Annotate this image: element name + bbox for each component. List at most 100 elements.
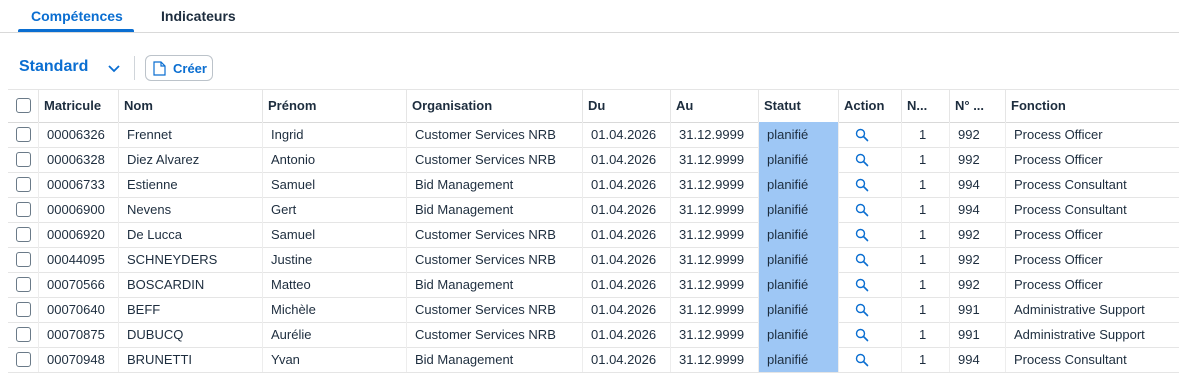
cell-organisation: Customer Services NRB: [406, 322, 582, 347]
row-checkbox[interactable]: [16, 152, 31, 167]
cell-fonction: Process Consultant: [1005, 347, 1179, 372]
search-icon[interactable]: [855, 178, 869, 192]
cell-du: 01.04.2026: [582, 222, 670, 247]
cell-au: 31.12.9999: [670, 297, 758, 322]
create-button[interactable]: Créer: [145, 55, 213, 81]
cell-prenom: Justine: [262, 247, 406, 272]
row-checkbox[interactable]: [16, 302, 31, 317]
column-header-numero[interactable]: N° ...: [949, 90, 1005, 122]
row-select-cell: [8, 272, 38, 297]
cell-prenom: Samuel: [262, 172, 406, 197]
column-header-matricule[interactable]: Matricule: [38, 90, 118, 122]
cell-prenom: Samuel: [262, 222, 406, 247]
tab-competences[interactable]: Compétences: [31, 8, 123, 24]
column-header-organisation[interactable]: Organisation: [406, 90, 582, 122]
table-row[interactable]: 00006326 Frennet Ingrid Customer Services N…: [8, 122, 1179, 148]
search-icon[interactable]: [855, 253, 869, 267]
create-button-label: Créer: [173, 61, 207, 76]
cell-nom: Frennet: [118, 122, 262, 147]
row-checkbox[interactable]: [16, 177, 31, 192]
cell-fonction: Process Consultant: [1005, 197, 1179, 222]
table-row[interactable]: 00044095 SCHNEYDERS Justine Customer Servic…: [8, 247, 1179, 273]
cell-organisation: Bid Management: [406, 347, 582, 372]
search-icon[interactable]: [855, 353, 869, 367]
cell-au: 31.12.9999: [670, 147, 758, 172]
table-row[interactable]: 00006733 Estienne Samuel Bid Management 01.0…: [8, 172, 1179, 198]
status-cell: planifié: [758, 272, 838, 297]
table-row[interactable]: 00070948 BRUNETTI Yvan Bid Management 01.04.…: [8, 347, 1179, 373]
cell-au: 31.12.9999: [670, 347, 758, 372]
select-all-checkbox[interactable]: [16, 98, 31, 113]
table-row[interactable]: 00006328 Diez Alvarez Antonio Customer Serv…: [8, 147, 1179, 173]
column-header-prenom[interactable]: Prénom: [262, 90, 406, 122]
cell-du: 01.04.2026: [582, 197, 670, 222]
cell-prenom: Gert: [262, 197, 406, 222]
cell-nom: DUBUCQ: [118, 322, 262, 347]
search-icon[interactable]: [855, 128, 869, 142]
select-all-cell: [8, 90, 38, 122]
row-checkbox[interactable]: [16, 252, 31, 267]
row-select-cell: [8, 197, 38, 222]
tab-indicateurs[interactable]: Indicateurs: [161, 8, 236, 24]
row-select-cell: [8, 122, 38, 147]
column-header-statut[interactable]: Statut: [758, 90, 838, 122]
table-row[interactable]: 00070640 BEFF Michèle Customer Services NRB…: [8, 297, 1179, 323]
column-header-du[interactable]: Du: [582, 90, 670, 122]
row-checkbox[interactable]: [16, 202, 31, 217]
cell-organisation: Customer Services NRB: [406, 222, 582, 247]
action-cell: [838, 147, 901, 172]
table-row[interactable]: 00070566 BOSCARDIN Matteo Bid Management 01.…: [8, 272, 1179, 298]
status-cell: planifié: [758, 122, 838, 147]
cell-fonction: Process Officer: [1005, 122, 1179, 147]
row-checkbox[interactable]: [16, 227, 31, 242]
cell-n: 1: [901, 197, 949, 222]
cell-n: 1: [901, 247, 949, 272]
cell-fonction: Process Consultant: [1005, 172, 1179, 197]
cell-organisation: Bid Management: [406, 197, 582, 222]
column-header-action[interactable]: Action: [838, 90, 901, 122]
cell-n: 1: [901, 147, 949, 172]
cell-prenom: Antonio: [262, 147, 406, 172]
action-cell: [838, 297, 901, 322]
cell-fonction: Process Officer: [1005, 147, 1179, 172]
status-cell: planifié: [758, 147, 838, 172]
column-header-au[interactable]: Au: [670, 90, 758, 122]
row-checkbox[interactable]: [16, 327, 31, 342]
cell-n: 1: [901, 272, 949, 297]
cell-nom: BRUNETTI: [118, 347, 262, 372]
table-row[interactable]: 00070875 DUBUCQ Aurélie Customer Services N…: [8, 322, 1179, 348]
column-header-nom[interactable]: Nom: [118, 90, 262, 122]
cell-organisation: Customer Services NRB: [406, 247, 582, 272]
search-icon[interactable]: [855, 328, 869, 342]
cell-du: 01.04.2026: [582, 247, 670, 272]
cell-numero: 992: [949, 247, 1005, 272]
table-row[interactable]: 00006920 De Lucca Samuel Customer Services …: [8, 222, 1179, 248]
row-select-cell: [8, 172, 38, 197]
column-header-n[interactable]: N...: [901, 90, 949, 122]
search-icon[interactable]: [855, 278, 869, 292]
column-header-fonction[interactable]: Fonction: [1005, 90, 1179, 122]
cell-nom: Estienne: [118, 172, 262, 197]
variant-selector[interactable]: Standard: [19, 58, 120, 76]
tab-bar: Compétences Indicateurs: [0, 0, 1179, 33]
cell-n: 1: [901, 322, 949, 347]
search-icon[interactable]: [855, 153, 869, 167]
search-icon[interactable]: [855, 228, 869, 242]
search-icon[interactable]: [855, 203, 869, 217]
cell-au: 31.12.9999: [670, 122, 758, 147]
status-cell: planifié: [758, 222, 838, 247]
row-checkbox[interactable]: [16, 127, 31, 142]
cell-organisation: Bid Management: [406, 272, 582, 297]
cell-numero: 992: [949, 147, 1005, 172]
cell-au: 31.12.9999: [670, 247, 758, 272]
cell-numero: 992: [949, 222, 1005, 247]
cell-matricule: 00070948: [38, 347, 118, 372]
row-checkbox[interactable]: [16, 277, 31, 292]
cell-prenom: Aurélie: [262, 322, 406, 347]
cell-matricule: 00006326: [38, 122, 118, 147]
row-select-cell: [8, 147, 38, 172]
search-icon[interactable]: [855, 303, 869, 317]
table-row[interactable]: 00006900 Nevens Gert Bid Management 01.04.20…: [8, 197, 1179, 223]
active-tab-indicator: [18, 29, 134, 32]
row-checkbox[interactable]: [16, 352, 31, 367]
